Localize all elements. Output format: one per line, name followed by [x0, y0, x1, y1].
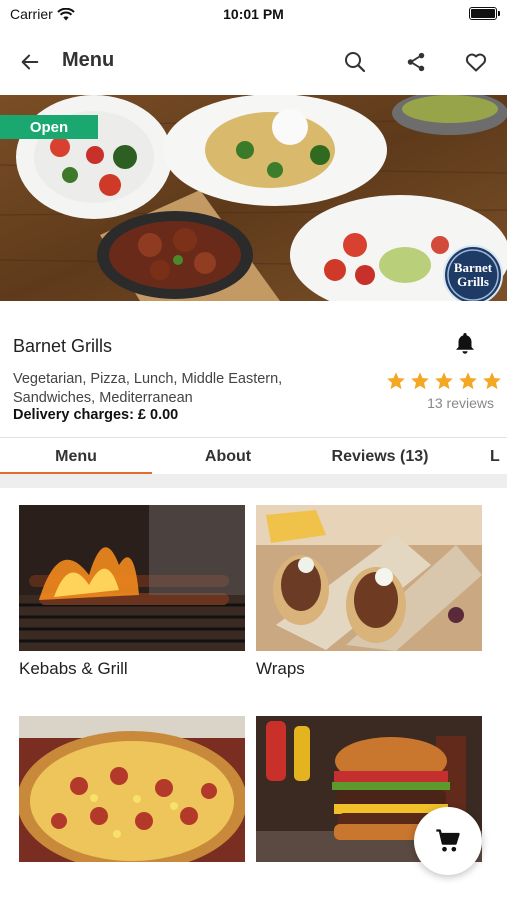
pizza-photo — [19, 716, 245, 862]
grill-photo — [19, 505, 245, 651]
category-card-pizza[interactable] — [19, 716, 245, 870]
arrow-left-icon — [21, 54, 39, 70]
category-card-wraps[interactable]: Wraps — [256, 505, 482, 679]
wraps-photo — [256, 505, 482, 651]
tab-reviews[interactable]: Reviews (13) — [304, 438, 456, 476]
nav-bar: Menu — [0, 30, 507, 94]
rating-stars — [386, 371, 502, 391]
heart-icon — [465, 53, 487, 72]
cart-icon — [436, 829, 460, 852]
notification-button[interactable] — [454, 331, 478, 355]
category-image — [19, 505, 245, 651]
battery-icon — [469, 7, 500, 20]
clock: 10:01 PM — [223, 6, 284, 22]
open-status-badge: Open — [0, 115, 98, 139]
category-label: Wraps — [256, 659, 305, 678]
bell-icon — [456, 333, 474, 354]
star-icon — [483, 372, 501, 390]
reviews-count[interactable]: 13 reviews — [427, 395, 494, 411]
tab-menu[interactable]: Menu — [0, 438, 152, 476]
category-image — [256, 505, 482, 651]
share-icon — [407, 52, 425, 72]
cart-button[interactable] — [414, 807, 482, 875]
star-icon — [411, 372, 429, 390]
star-icon — [387, 372, 405, 390]
logo-icon: Barnet Grills — [447, 249, 499, 301]
section-divider — [0, 474, 507, 488]
restaurant-logo: Barnet Grills — [443, 245, 503, 301]
back-button[interactable] — [14, 46, 46, 78]
restaurant-info: Barnet Grills Vegetarian, Pizza, Lunch, … — [0, 301, 507, 437]
share-button[interactable] — [398, 44, 434, 80]
search-button[interactable] — [337, 44, 373, 80]
category-card-kebabs[interactable]: Kebabs & Grill — [19, 505, 245, 679]
restaurant-name: Barnet Grills — [13, 336, 113, 356]
svg-text:Grills: Grills — [457, 274, 489, 289]
favorite-button[interactable] — [458, 44, 494, 80]
search-icon — [345, 52, 366, 73]
category-image — [19, 716, 245, 862]
status-bar: Carrier 10:01 PM — [0, 0, 507, 30]
star-icon — [435, 372, 453, 390]
svg-text:Barnet: Barnet — [454, 260, 493, 275]
delivery-charges: Delivery charges: £ 0.00 — [13, 407, 179, 423]
category-label: Kebabs & Grill — [19, 659, 128, 678]
cuisine-list: Vegetarian, Pizza, Lunch, Middle Eastern… — [13, 371, 283, 406]
tab-about[interactable]: About — [152, 438, 304, 476]
restaurant-tabs: Menu About Reviews (13) L — [0, 437, 507, 477]
tab-partial[interactable]: L — [490, 438, 507, 476]
star-icon — [459, 372, 477, 390]
restaurant-hero-image: Open Barnet Grills — [0, 95, 507, 301]
page-title: Menu — [62, 49, 115, 71]
